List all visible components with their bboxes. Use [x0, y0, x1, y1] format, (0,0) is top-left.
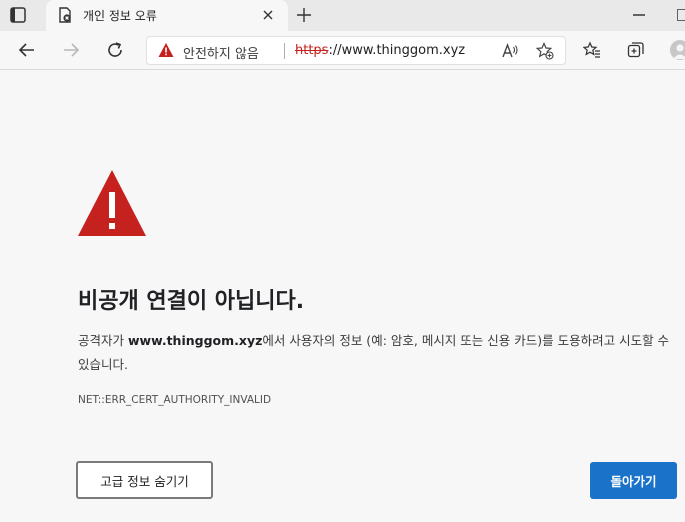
navigation-toolbar: 안전하지 않음 https://www.thinggom.xyz — [0, 31, 685, 70]
page-title: 비공개 연결이 아닙니다. — [78, 289, 305, 314]
person-icon — [673, 44, 685, 59]
back-arrow-icon[interactable] — [18, 41, 36, 59]
close-icon[interactable] — [262, 9, 274, 21]
url-text[interactable]: https://www.thinggom.xyz — [295, 43, 465, 58]
address-bar[interactable]: 안전하지 않음 https://www.thinggom.xyz — [146, 36, 566, 65]
description-domain: www.thinggom.xyz — [127, 333, 263, 348]
favorites-icon[interactable] — [583, 41, 601, 59]
warning-description: 공격자가 www.thinggom.xyz에서 사용자의 정보 (예: 암호, … — [78, 329, 678, 377]
plus-icon[interactable] — [296, 7, 312, 23]
hide-advanced-button[interactable]: 고급 정보 숨기기 — [76, 461, 213, 499]
url-scheme: https — [295, 43, 329, 58]
warning-icon — [78, 170, 146, 236]
profile-avatar[interactable] — [670, 40, 685, 60]
error-code: NET::ERR_CERT_AUTHORITY_INVALID — [78, 394, 272, 406]
tab-title: 개인 정보 오류 — [83, 9, 157, 23]
refresh-icon[interactable] — [106, 41, 124, 59]
security-label[interactable]: 안전하지 않음 — [183, 43, 259, 62]
collections-icon[interactable] — [627, 41, 645, 59]
tab-bar: 개인 정보 오류 — [0, 0, 685, 31]
minimize-icon[interactable] — [633, 14, 645, 16]
insecure-page-icon — [59, 7, 71, 23]
description-prefix: 공격자가 — [78, 333, 128, 348]
go-back-button[interactable]: 돌아가기 — [590, 462, 677, 499]
add-favorite-icon[interactable] — [536, 42, 554, 60]
read-aloud-icon[interactable] — [501, 42, 519, 60]
forward-arrow-icon[interactable] — [62, 41, 80, 59]
tab-actions-icon[interactable] — [9, 6, 27, 24]
maximize-icon[interactable] — [677, 9, 685, 21]
warning-icon[interactable] — [158, 42, 174, 58]
address-separator — [284, 43, 285, 59]
url-host: ://www.thinggom.xyz — [328, 43, 466, 58]
tab-active[interactable]: 개인 정보 오류 — [46, 0, 288, 31]
